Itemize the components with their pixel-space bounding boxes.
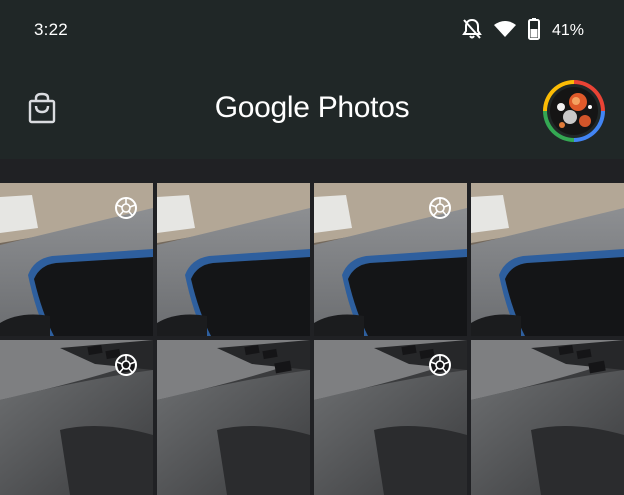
- photo-thumbnail[interactable]: [0, 183, 153, 336]
- status-bar: 3:22 41%: [0, 0, 624, 62]
- photo-grid: [0, 183, 624, 495]
- photo-thumbnail[interactable]: [157, 183, 310, 336]
- bell-off-icon: [462, 18, 482, 45]
- logo-product: Photos: [317, 91, 410, 124]
- motion-photo-icon: [114, 196, 138, 220]
- battery-icon: [527, 17, 540, 45]
- photo-thumbnail[interactable]: [471, 183, 624, 336]
- motion-photo-icon: [428, 353, 452, 377]
- account-avatar[interactable]: [543, 80, 605, 142]
- photo-thumbnail[interactable]: [314, 340, 467, 495]
- photo-thumbnail[interactable]: [0, 340, 153, 495]
- status-icons: 41%: [462, 17, 584, 45]
- motion-photo-icon: [114, 353, 138, 377]
- app-logo: Google Photos: [0, 91, 624, 125]
- avatar-image: [550, 87, 598, 135]
- app-bar: Google Photos: [0, 62, 624, 159]
- wifi-icon: [493, 20, 516, 43]
- status-time: 3:22: [34, 20, 68, 39]
- photo-thumbnail[interactable]: [157, 340, 310, 495]
- battery-percent: 41%: [551, 22, 584, 39]
- photo-thumbnail[interactable]: [471, 340, 624, 495]
- photo-thumbnail[interactable]: [314, 183, 467, 336]
- logo-brand: Google: [214, 91, 310, 124]
- motion-photo-icon: [428, 196, 452, 220]
